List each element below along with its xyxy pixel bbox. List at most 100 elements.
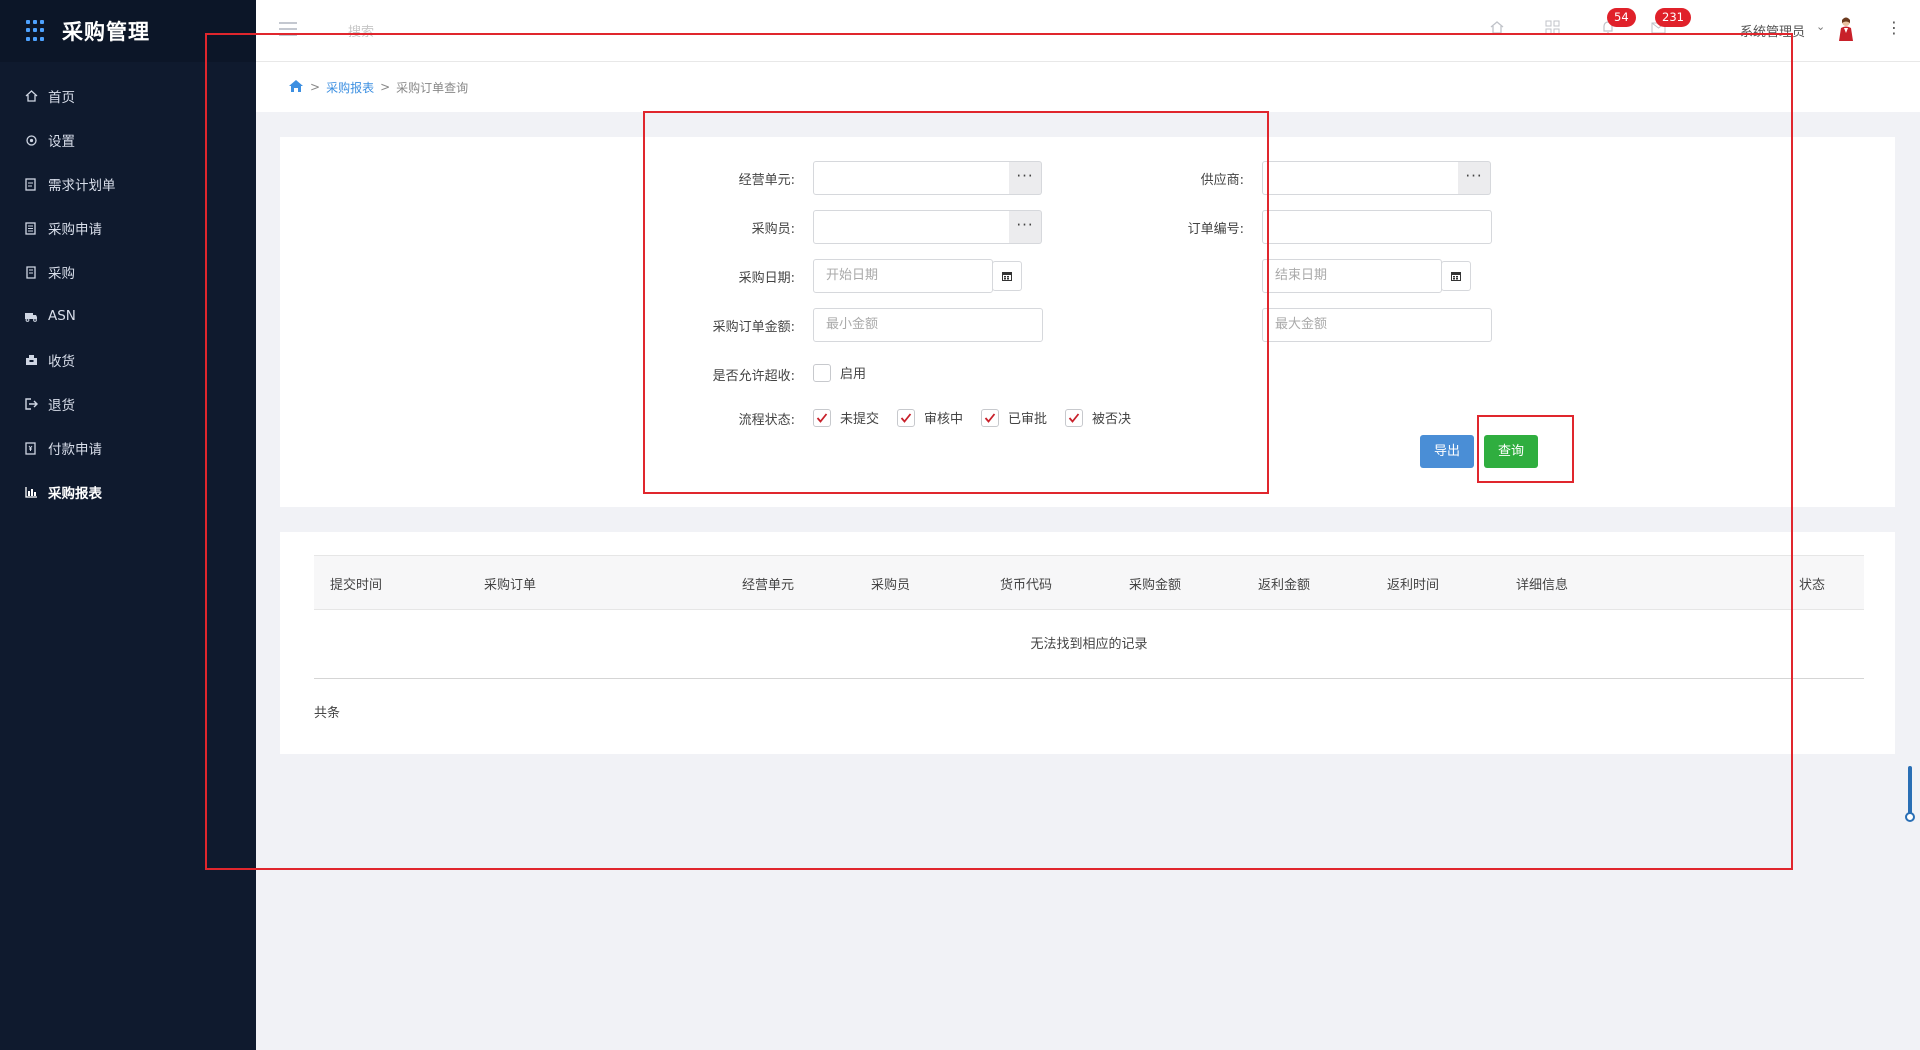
- buyer-picker-button[interactable]: ···: [1009, 210, 1042, 244]
- sidebar: 采购管理 首页 设置 需求计划单 采购申请 采购 ASN 收货 退货 付款申请 …: [0, 0, 256, 1050]
- sidebar-item-purchase-report[interactable]: 采购报表: [0, 470, 256, 514]
- app-title: 采购管理: [62, 20, 150, 44]
- status-option-label: 已审批: [1008, 412, 1048, 427]
- status-checkbox-approved[interactable]: [981, 409, 999, 427]
- top-bar: 搜索 54 231 系统管理员 ⌄ ⋮: [256, 0, 1920, 62]
- sidebar-item-label: 设置: [48, 134, 75, 150]
- breadcrumb-separator: >: [380, 80, 391, 94]
- column-header[interactable]: 采购订单: [484, 574, 536, 593]
- gear-icon: [24, 133, 38, 147]
- sidebar-menu: 首页 设置 需求计划单 采购申请 采购 ASN 收货 退货 付款申请 采购报表: [0, 62, 256, 514]
- apps-grid-icon[interactable]: [26, 20, 48, 42]
- status-checkbox-rejected[interactable]: [1065, 409, 1083, 427]
- sidebar-item-label: 首页: [48, 90, 75, 106]
- user-name[interactable]: 系统管理员: [1740, 21, 1805, 40]
- notification-badge: 54: [1607, 8, 1636, 27]
- export-button[interactable]: 导出: [1420, 435, 1474, 468]
- breadcrumb-separator: >: [310, 80, 321, 94]
- status-checkbox-under-review[interactable]: [897, 409, 915, 427]
- calendar-icon[interactable]: [992, 261, 1022, 291]
- brand: 采购管理: [0, 0, 256, 62]
- over-receive-label: 是否允许超收:: [712, 369, 795, 384]
- breadcrumb-current: 采购订单查询: [396, 80, 469, 95]
- form-icon: [24, 221, 38, 235]
- sidebar-item-demand-plan[interactable]: 需求计划单: [0, 162, 256, 206]
- purchase-date-label: 采购日期:: [738, 271, 795, 286]
- search-input[interactable]: 搜索: [348, 21, 374, 40]
- buyer-label: 采购员:: [751, 222, 795, 237]
- buyer-input[interactable]: [813, 210, 1010, 244]
- scroll-handle-knob[interactable]: [1905, 812, 1915, 822]
- breadcrumb-parent-link[interactable]: 采购报表: [326, 79, 374, 96]
- business-unit-picker-button[interactable]: ···: [1009, 161, 1042, 195]
- order-no-label: 订单编号:: [1187, 222, 1244, 237]
- status-option-label: 被否决: [1092, 412, 1132, 427]
- home-icon[interactable]: [288, 79, 304, 96]
- sidebar-item-purchase[interactable]: 采购: [0, 250, 256, 294]
- avatar[interactable]: [1836, 16, 1856, 42]
- sidebar-item-label: 付款申请: [48, 442, 102, 458]
- query-button[interactable]: 查询: [1484, 435, 1538, 468]
- menu-toggle-icon[interactable]: [279, 22, 297, 36]
- sidebar-item-home[interactable]: 首页: [0, 74, 256, 118]
- column-header[interactable]: 经营单元: [742, 574, 794, 593]
- sidebar-item-purchase-request[interactable]: 采购申请: [0, 206, 256, 250]
- message-badge: 231: [1655, 8, 1691, 27]
- column-header[interactable]: 采购金额: [1129, 574, 1181, 593]
- supplier-picker-button[interactable]: ···: [1458, 161, 1491, 195]
- over-receive-checkbox[interactable]: [813, 364, 831, 382]
- home-icon: [24, 89, 38, 103]
- sidebar-item-settings[interactable]: 设置: [0, 118, 256, 162]
- status-option-label: 审核中: [924, 412, 964, 427]
- sidebar-item-payment-request[interactable]: 付款申请: [0, 426, 256, 470]
- truck-icon: [24, 309, 38, 323]
- sidebar-item-asn[interactable]: ASN: [0, 294, 256, 338]
- status-option-label: 未提交: [840, 412, 880, 427]
- invoice-icon: [24, 441, 38, 455]
- column-header[interactable]: 返利时间: [1387, 574, 1439, 593]
- record-total: 共条: [314, 706, 341, 721]
- scroll-handle[interactable]: [1908, 766, 1912, 818]
- sidebar-item-label: 退货: [48, 398, 75, 414]
- empty-state-message: 无法找到相应的记录: [314, 610, 1864, 679]
- document-icon: [24, 177, 38, 191]
- column-header[interactable]: 返利金额: [1258, 574, 1310, 593]
- supplier-input[interactable]: [1262, 161, 1459, 195]
- grid-icon[interactable]: [1543, 20, 1561, 38]
- result-panel: 提交时间 采购订单 经营单元 采购员 货币代码 采购金额 返利金额 返利时间 详…: [280, 532, 1895, 754]
- home-icon[interactable]: [1488, 20, 1506, 38]
- table-header: 提交时间 采购订单 经营单元 采购员 货币代码 采购金额 返利金额 返利时间 详…: [314, 555, 1864, 610]
- end-date-input[interactable]: 结束日期: [1262, 259, 1442, 293]
- sidebar-item-label: 采购: [48, 266, 75, 282]
- list-icon: [24, 265, 38, 279]
- order-no-input[interactable]: [1262, 210, 1492, 244]
- sidebar-item-label: 需求计划单: [48, 178, 116, 194]
- max-amount-input[interactable]: 最大金额: [1262, 308, 1492, 342]
- min-amount-input[interactable]: 最小金额: [813, 308, 1043, 342]
- column-header[interactable]: 状态: [1799, 574, 1825, 593]
- column-header[interactable]: 详细信息: [1516, 574, 1568, 593]
- filter-panel: 经营单元: ··· 供应商: ··· 采购员: ··· 订单编号: 采购日期: …: [280, 137, 1895, 507]
- calendar-icon[interactable]: [1441, 261, 1471, 291]
- inbox-icon: [24, 353, 38, 367]
- column-header[interactable]: 采购员: [871, 574, 910, 593]
- start-date-input[interactable]: 开始日期: [813, 259, 993, 293]
- order-amount-label: 采购订单金额:: [712, 320, 795, 335]
- breadcrumb: > 采购报表 > 采购订单查询: [256, 62, 1920, 112]
- business-unit-input[interactable]: [813, 161, 1010, 195]
- chevron-down-icon[interactable]: ⌄: [1816, 20, 1825, 33]
- sidebar-item-label: 采购报表: [48, 486, 102, 502]
- supplier-label: 供应商:: [1200, 173, 1244, 188]
- status-checkbox-not-submitted[interactable]: [813, 409, 831, 427]
- sidebar-item-label: ASN: [48, 308, 76, 324]
- more-vertical-icon[interactable]: ⋮: [1886, 18, 1902, 37]
- sidebar-item-label: 收货: [48, 354, 75, 370]
- process-status-label: 流程状态:: [738, 413, 795, 428]
- sidebar-item-receiving[interactable]: 收货: [0, 338, 256, 382]
- sidebar-item-returns[interactable]: 退货: [0, 382, 256, 426]
- bar-chart-icon: [24, 485, 38, 499]
- column-header[interactable]: 提交时间: [330, 574, 382, 593]
- column-header[interactable]: 货币代码: [1000, 574, 1052, 593]
- over-receive-option-label: 启用: [840, 367, 867, 382]
- business-unit-label: 经营单元:: [738, 173, 795, 188]
